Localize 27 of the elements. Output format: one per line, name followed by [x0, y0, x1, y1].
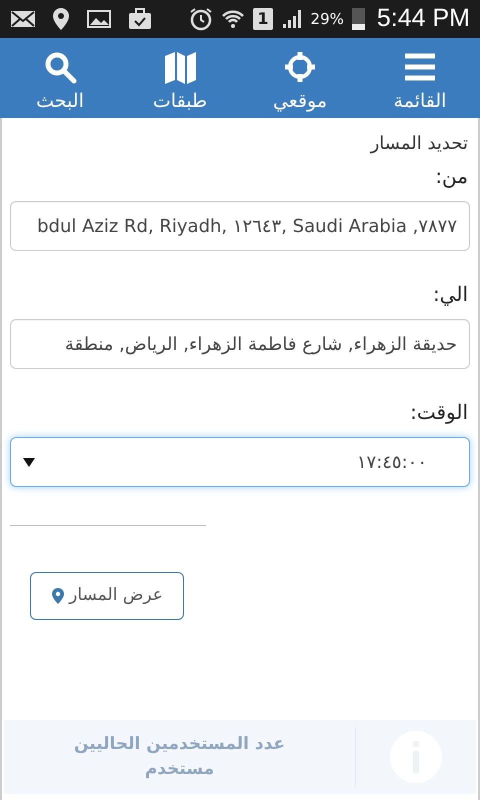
location-pin-icon: [51, 587, 66, 605]
show-route-button[interactable]: عرض المسار: [30, 572, 184, 620]
from-input[interactable]: bdul Aziz Rd, Riyadh, ١٢٦٤٣, Saudi Arabia ,٧٨٧٧: [10, 201, 470, 251]
location-pin-icon: [52, 7, 70, 31]
alarm-clock-icon: [189, 7, 214, 31]
battery-icon: [352, 8, 365, 30]
clock: 5:44 PM: [376, 3, 470, 34]
signal-icon: [280, 8, 303, 30]
time-select[interactable]: ١٧:٤٥:٠٠: [10, 437, 470, 487]
form-title: تحديد المسار: [368, 132, 468, 156]
nav-button[interactable]: البحث: [0, 46, 120, 110]
nav-button[interactable]: موقعي: [240, 46, 360, 110]
caret-icon: [23, 457, 35, 467]
mail-icon: [10, 9, 36, 29]
to-input[interactable]: حديقة الزهراء, شارع فاطمة الزهراء, الرياض, منطقة: [10, 319, 470, 369]
map-icon: [162, 50, 198, 86]
image-icon: [86, 8, 112, 30]
sim-indicator: 1: [253, 8, 273, 30]
briefcase-check-icon: [128, 8, 152, 30]
footer-text: مستخدم: [144, 758, 216, 781]
field-label: الوقت:: [409, 399, 468, 426]
field-label: الي:: [432, 281, 468, 308]
nav-button[interactable]: طبقات: [120, 46, 240, 110]
footer-text: عدد المستخدمين الحاليين: [72, 732, 286, 756]
nav-button[interactable]: القائمة: [360, 46, 480, 110]
field-label: من:: [434, 163, 468, 190]
battery-percentage: 29%: [310, 8, 344, 30]
